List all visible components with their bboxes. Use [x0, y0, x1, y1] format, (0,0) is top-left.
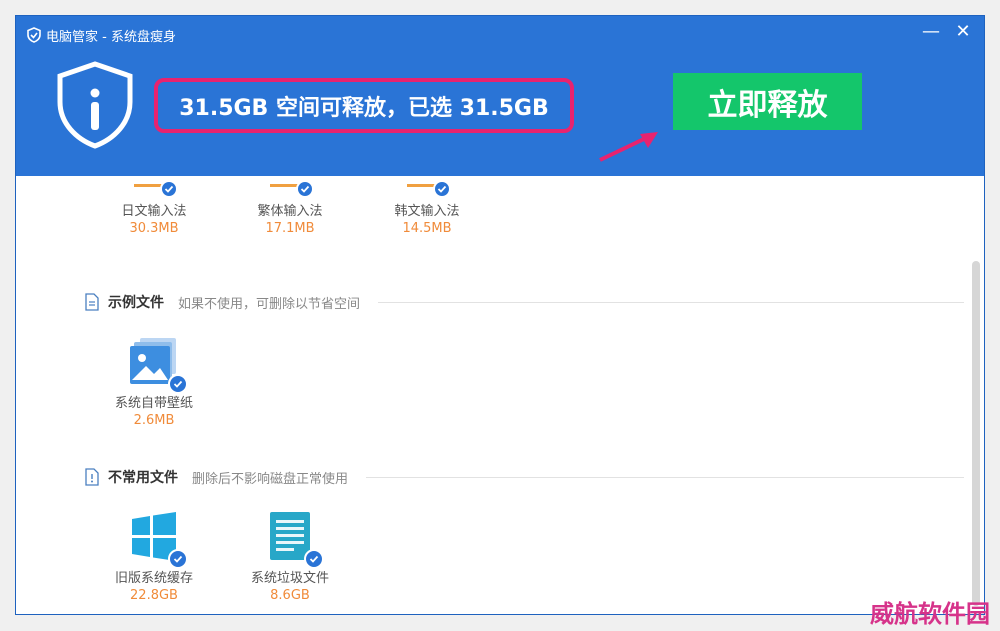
item-label: 系统垃圾文件: [250, 571, 329, 586]
checked-icon[interactable]: [296, 180, 314, 198]
status-text: 31.5GB 空间可释放，已选 31.5GB: [179, 95, 549, 121]
checked-icon[interactable]: [160, 180, 178, 198]
checked-icon[interactable]: [168, 549, 188, 569]
document-alert-icon: [85, 468, 99, 486]
app-logo-icon: [27, 27, 41, 43]
status-summary: 31.5GB 空间可释放，已选 31.5GB: [154, 78, 574, 133]
header-bar: 电脑管家 - 系统盘瘦身 — ✕ 31.5GB 空间可释放，已选 31.5GB …: [16, 16, 984, 176]
list-item-old-system-cache[interactable]: 旧版系统缓存 22.8GB: [99, 511, 209, 603]
section-header-sample-files: 示例文件 如果不使用，可删除以节省空间: [84, 292, 964, 312]
item-label: 繁体输入法: [257, 204, 323, 219]
release-now-button[interactable]: 立即释放: [673, 73, 862, 130]
list-item-ime-traditional[interactable]: 繁体输入法 17.1MB: [235, 176, 345, 236]
section-title: 不常用文件: [108, 470, 178, 486]
item-size: 2.6MB: [133, 413, 175, 428]
annotation-arrow-icon: [599, 132, 658, 162]
shield-info-icon: [57, 61, 133, 149]
item-label: 系统自带壁纸: [114, 396, 193, 411]
list-item-wallpaper[interactable]: 系统自带壁纸 2.6MB: [99, 336, 209, 428]
item-size: 30.3MB: [129, 221, 179, 236]
item-size: 8.6GB: [270, 588, 310, 603]
section-description: 如果不使用，可删除以节省空间: [178, 296, 361, 312]
document-icon: [85, 293, 99, 311]
title-bar: 电脑管家 - 系统盘瘦身: [26, 24, 176, 46]
checked-icon[interactable]: [168, 374, 188, 394]
minimize-button[interactable]: —: [922, 23, 940, 42]
checked-icon[interactable]: [433, 180, 451, 198]
list-item-ime-japanese[interactable]: 日文输入法 30.3MB: [99, 176, 209, 236]
list-item-system-junk-files[interactable]: 系统垃圾文件 8.6GB: [235, 511, 345, 603]
item-label: 日文输入法: [121, 204, 187, 219]
section-title: 示例文件: [108, 295, 164, 311]
item-label: 旧版系统缓存: [114, 571, 193, 586]
content-area: 日文输入法 30.3MB 繁体输入法 17.1MB 韩文输入法 14.5MB 示…: [16, 176, 984, 614]
checked-icon[interactable]: [304, 549, 324, 569]
window-title: 电脑管家 - 系统盘瘦身: [46, 29, 176, 45]
section-description: 删除后不影响磁盘正常使用: [192, 471, 349, 487]
watermark-text: 威航软件园: [870, 600, 990, 628]
app-window: 电脑管家 - 系统盘瘦身 — ✕ 31.5GB 空间可释放，已选 31.5GB …: [15, 15, 985, 615]
item-size: 17.1MB: [265, 221, 315, 236]
close-button[interactable]: ✕: [954, 23, 972, 42]
item-label: 韩文输入法: [394, 204, 460, 219]
vertical-scrollbar[interactable]: [972, 261, 980, 606]
section-header-rarely-used-files: 不常用文件 删除后不影响磁盘正常使用: [84, 467, 964, 487]
list-item-ime-korean[interactable]: 韩文输入法 14.5MB: [372, 176, 482, 236]
item-size: 14.5MB: [402, 221, 452, 236]
item-size: 22.8GB: [130, 588, 178, 603]
section-divider: [378, 301, 964, 303]
section-divider: [366, 476, 964, 478]
